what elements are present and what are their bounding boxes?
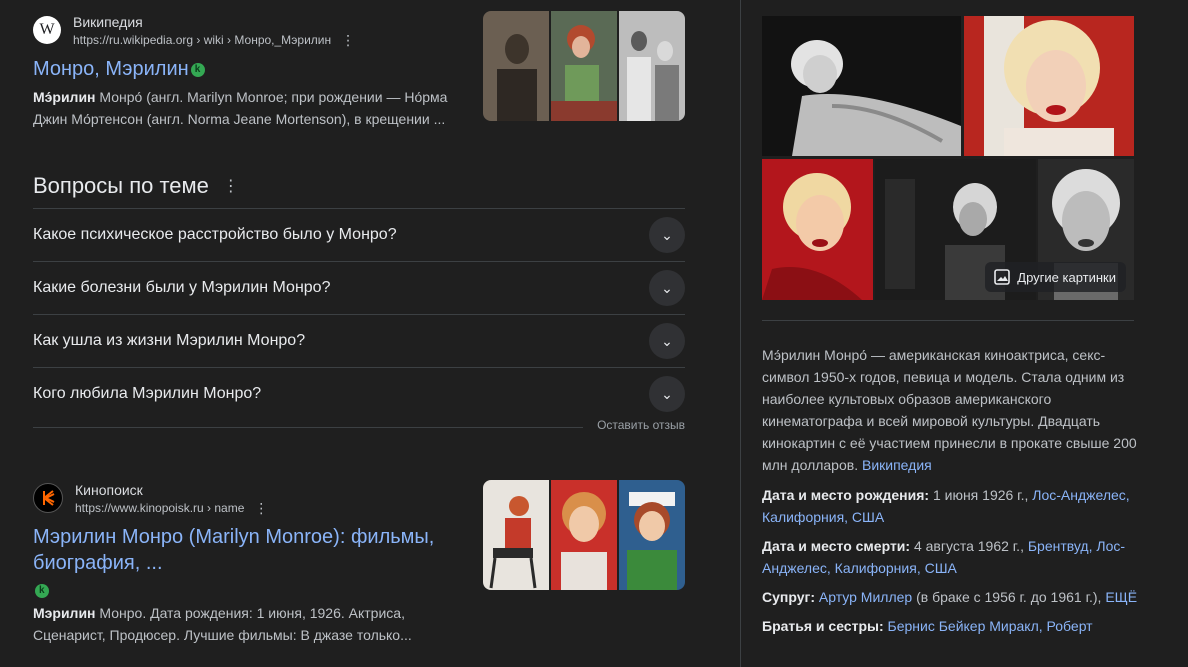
panel-description: Мэ́рилин Монро́ — американская киноактри… xyxy=(762,344,1142,476)
more-images-label: Другие картинки xyxy=(1017,269,1116,285)
more-images-button[interactable]: Другие картинки xyxy=(985,262,1126,292)
paa-menu-icon[interactable]: ⋮ xyxy=(223,176,239,196)
result-title: Мэрилин Монро (Marilyn Monroe): фильмы, … xyxy=(33,526,435,574)
fact-death: Дата и место смерти: 4 августа 1962 г., … xyxy=(762,535,1142,579)
thumbnail-image[interactable] xyxy=(619,480,685,590)
kinopoisk-favicon-icon xyxy=(33,483,63,513)
source-link[interactable]: Википедия xyxy=(862,457,932,473)
spouse-link[interactable]: Артур Миллер xyxy=(819,589,912,605)
result-title-link[interactable]: Мэрилин Монро (Marilyn Monroe): фильмы, … xyxy=(33,524,463,576)
spouse-more-link[interactable]: ЕЩЁ xyxy=(1105,589,1137,605)
more-options-icon[interactable]: ⋮ xyxy=(254,501,268,515)
chevron-down-icon[interactable]: ⌄ xyxy=(649,217,685,253)
fact-siblings: Братья и сестры: Бернис Бейкер Миракл, Р… xyxy=(762,615,1142,637)
thumbnail-image[interactable] xyxy=(551,480,617,590)
fact-label: Братья и сестры: xyxy=(762,618,884,634)
result-thumbnails[interactable] xyxy=(483,11,685,121)
knowledge-panel: Другие картинки Мэ́рилин Монро́ — америк… xyxy=(740,0,1188,667)
result-snippet: Мэ́рилин Монро́ (англ. Marilyn Monroe; п… xyxy=(33,86,463,130)
site-url-text: https://ru.wikipedia.org › wiki › Монро,… xyxy=(73,33,332,47)
snippet-text: Монро́ (англ. Marilyn Monroe; при рожден… xyxy=(33,89,448,127)
result-snippet: Мэрилин Монро. Дата рождения: 1 июня, 19… xyxy=(33,602,463,646)
more-options-icon[interactable]: ⋮ xyxy=(341,33,355,47)
thumbnail-image[interactable] xyxy=(551,11,617,121)
result-thumbnails[interactable] xyxy=(483,480,685,590)
paa-header: Вопросы по теме ⋮ xyxy=(33,172,239,200)
site-url-text: https://www.kinopoisk.ru › name xyxy=(75,501,245,515)
siblings-link[interactable]: Бернис Бейкер Миракл, Роберт xyxy=(888,618,1093,634)
chevron-down-icon[interactable]: ⌄ xyxy=(649,323,685,359)
fact-value: 1 июня 1926 г., xyxy=(932,487,1029,503)
snippet-bold: Мэрилин xyxy=(33,605,96,621)
result-wikipedia: W Википедия https://ru.wikipedia.org › w… xyxy=(33,10,685,130)
paa-item[interactable]: Кого любила Мэрилин Монро? ⌄ xyxy=(33,367,685,420)
snippet-bold: Мэ́рилин xyxy=(33,89,96,105)
verified-badge-icon xyxy=(190,62,205,77)
paa-question: Какое психическое расстройство было у Мо… xyxy=(33,226,397,243)
panel-image[interactable] xyxy=(964,16,1134,156)
fact-label: Дата и место рождения: xyxy=(762,487,930,503)
site-name: Википедия xyxy=(73,14,143,30)
fact-label: Дата и место смерти: xyxy=(762,538,911,554)
paa-item[interactable]: Какое психическое расстройство было у Мо… xyxy=(33,208,685,261)
site-name: Кинопоиск xyxy=(75,482,143,498)
thumbnail-image[interactable] xyxy=(483,11,549,121)
paa-footer: Оставить отзыв xyxy=(33,418,685,438)
divider xyxy=(762,320,1134,321)
thumbnail-image[interactable] xyxy=(619,11,685,121)
image-grid[interactable]: Другие картинки xyxy=(762,16,1134,300)
site-url: https://ru.wikipedia.org › wiki › Монро,… xyxy=(73,32,355,48)
chevron-down-icon[interactable]: ⌄ xyxy=(649,376,685,412)
paa-item[interactable]: Как ушла из жизни Мэрилин Монро? ⌄ xyxy=(33,314,685,367)
thumbnail-image[interactable] xyxy=(483,480,549,590)
paa-question: Как ушла из жизни Мэрилин Монро? xyxy=(33,332,306,349)
fact-label: Супруг: xyxy=(762,589,815,605)
fact-spouse: Супруг: Артур Миллер (в браке с 1956 г. … xyxy=(762,586,1142,608)
paa-item[interactable]: Какие болезни были у Мэрилин Монро? ⌄ xyxy=(33,261,685,314)
paa-title: Вопросы по теме xyxy=(33,173,209,198)
image-icon xyxy=(994,269,1011,285)
paa-list: Какое психическое расстройство было у Мо… xyxy=(33,208,685,420)
description-text: Мэ́рилин Монро́ — американская киноактри… xyxy=(762,347,1137,473)
wikipedia-favicon-icon: W xyxy=(33,16,61,44)
paa-question: Какие болезни были у Мэрилин Монро? xyxy=(33,279,331,296)
result-title: Монро, Мэрилин xyxy=(33,58,189,80)
panel-image[interactable] xyxy=(762,159,873,300)
fact-birth: Дата и место рождения: 1 июня 1926 г., Л… xyxy=(762,484,1142,528)
verified-badge-icon xyxy=(35,583,49,598)
fact-value: 4 августа 1962 г., xyxy=(913,538,1024,554)
fact-value: (в браке с 1956 г. до 1961 г.), xyxy=(912,589,1102,605)
paa-question: Кого любила Мэрилин Монро? xyxy=(33,385,262,402)
panel-image[interactable] xyxy=(762,16,961,156)
facts-list: Дата и место рождения: 1 июня 1926 г., Л… xyxy=(762,484,1142,644)
result-kinopoisk: Кинопоиск https://www.kinopoisk.ru › nam… xyxy=(33,478,685,646)
divider xyxy=(33,427,583,428)
site-url: https://www.kinopoisk.ru › name ⋮ xyxy=(75,500,268,516)
feedback-link[interactable]: Оставить отзыв xyxy=(597,418,685,432)
chevron-down-icon[interactable]: ⌄ xyxy=(649,270,685,306)
